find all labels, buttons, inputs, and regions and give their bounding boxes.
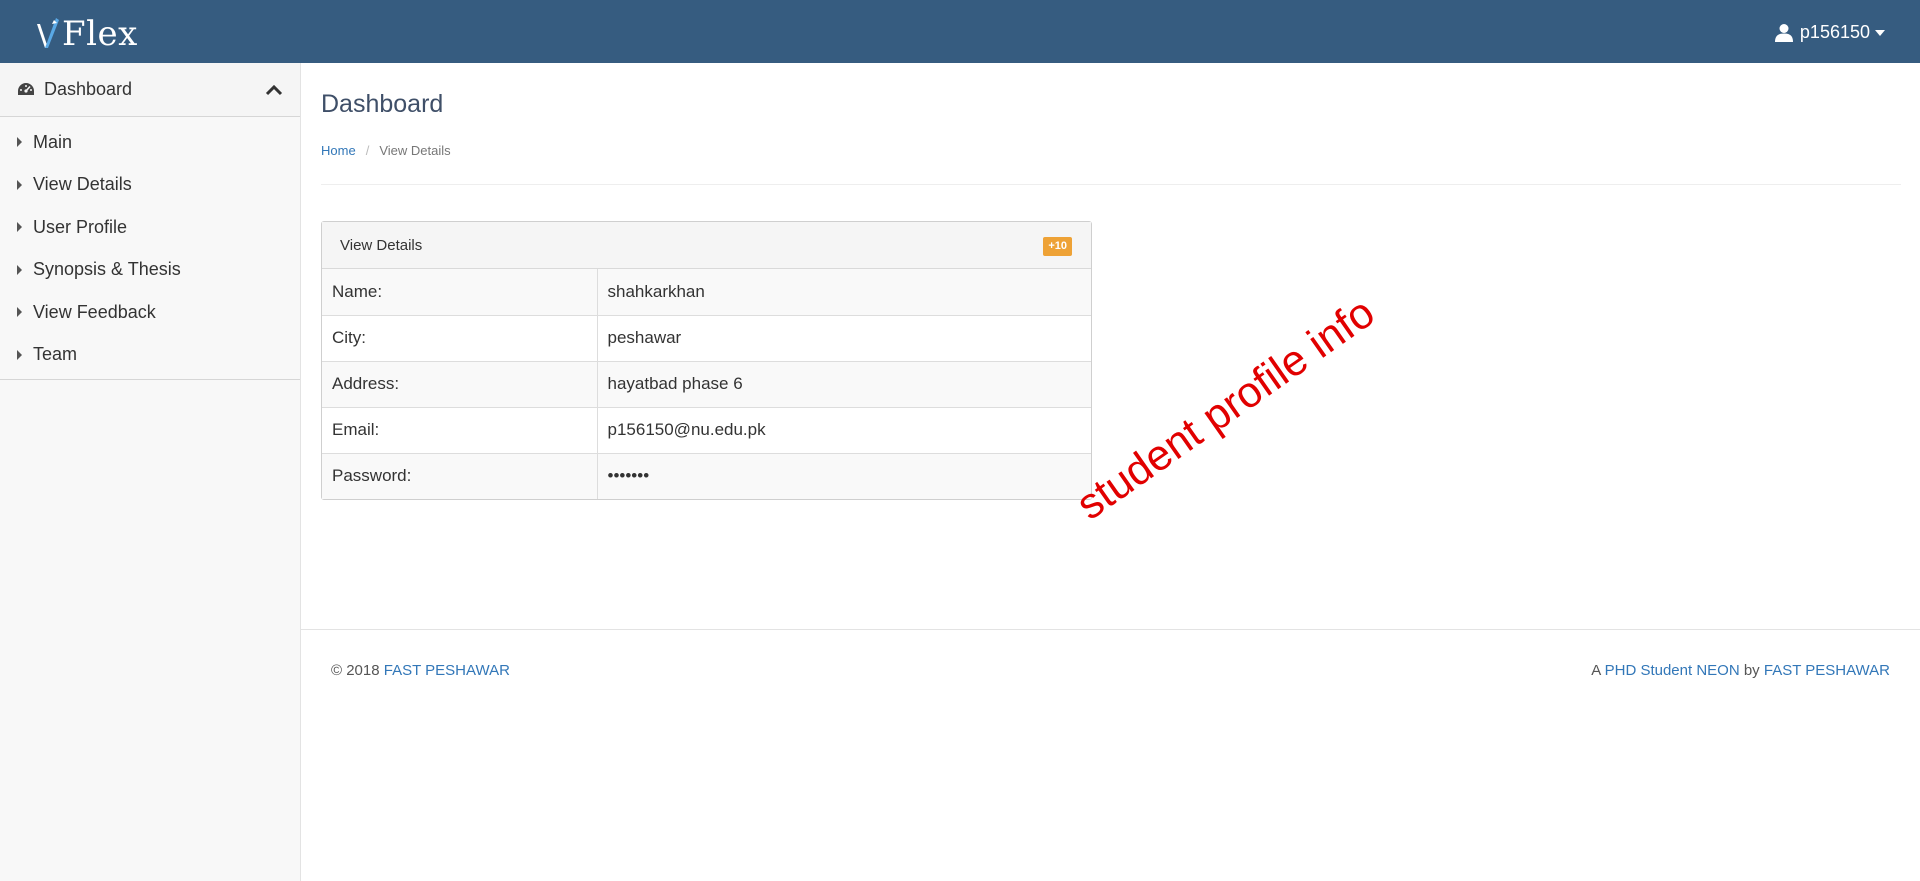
breadcrumb: Home / View Details — [321, 142, 1901, 158]
footer-project-link[interactable]: PHD Student NEON — [1605, 662, 1740, 679]
caret-down-icon — [1875, 30, 1885, 36]
table-row: City: peshawar — [322, 314, 1091, 361]
field-label: Name: — [322, 269, 598, 315]
divider — [321, 184, 1901, 185]
caret-right-icon — [17, 179, 22, 190]
sidebar-item-user-profile[interactable]: User Profile — [0, 206, 300, 249]
caret-right-icon — [17, 222, 22, 233]
field-value: ••••••• — [597, 452, 1091, 499]
details-table: Name: shahkarkhan City: peshawar Address… — [322, 269, 1091, 499]
sidebar-menu: Main View Details User Profile Synopsis … — [0, 117, 300, 380]
count-badge: +10 — [1043, 237, 1072, 256]
field-value: shahkarkhan — [597, 269, 1091, 315]
sidebar: Dashboard Main View Details User Profile… — [0, 63, 301, 881]
user-menu-dropdown[interactable]: p156150 — [1774, 18, 1885, 46]
view-details-panel: View Details +10 Name: shahkarkhan City:… — [321, 221, 1092, 500]
sidebar-dashboard-toggle[interactable]: Dashboard — [0, 63, 300, 117]
user-icon — [1774, 23, 1793, 42]
annotation-text: student profile info — [1068, 288, 1384, 530]
sidebar-item-label: Synopsis & Thesis — [33, 259, 181, 280]
sidebar-item-team[interactable]: Team — [0, 334, 300, 377]
caret-right-icon — [17, 137, 22, 148]
dashboard-gauge-icon — [18, 82, 34, 95]
table-row: Name: shahkarkhan — [322, 269, 1091, 315]
footer-author-link[interactable]: FAST PESHAWAR — [1764, 662, 1890, 679]
sidebar-item-view-feedback[interactable]: View Feedback — [0, 291, 300, 334]
brand-logo[interactable]: Flex — [34, 14, 138, 54]
sidebar-item-label: Main — [33, 131, 73, 152]
footer-org-link[interactable]: FAST PESHAWAR — [384, 662, 510, 679]
top-navbar: Flex p156150 — [0, 0, 1920, 63]
credits-by: by — [1743, 662, 1760, 679]
field-value: p156150@nu.edu.pk — [597, 406, 1091, 453]
table-row: Address: hayatbad phase 6 — [322, 360, 1091, 407]
footer-credits: A PHD Student NEON by FAST PESHAWAR — [1591, 662, 1890, 679]
breadcrumb-current: View Details — [379, 142, 451, 158]
table-row: Password: ••••••• — [322, 452, 1091, 499]
field-label: Address: — [322, 360, 598, 407]
main-content: Dashboard Home / View Details View Detai… — [321, 63, 1901, 500]
sidebar-item-label: View Feedback — [33, 301, 156, 322]
sidebar-item-label: View Details — [33, 174, 132, 195]
footer: © 2018 FAST PESHAWAR A PHD Student NEON … — [301, 629, 1920, 881]
caret-right-icon — [17, 264, 22, 275]
panel-title: View Details — [340, 236, 423, 254]
chevron-up-icon[interactable] — [265, 81, 283, 99]
sidebar-item-synopsis-thesis[interactable]: Synopsis & Thesis — [0, 249, 300, 292]
table-row: Email: p156150@nu.edu.pk — [322, 406, 1091, 453]
brand-name: Flex — [62, 14, 138, 54]
breadcrumb-home-link[interactable]: Home — [321, 143, 356, 158]
field-label: Password: — [322, 452, 598, 499]
panel-heading: View Details +10 — [322, 222, 1091, 269]
sidebar-item-label: User Profile — [33, 216, 128, 237]
page-title: Dashboard — [321, 90, 444, 118]
sidebar-item-main[interactable]: Main — [0, 121, 300, 164]
field-label: Email: — [322, 406, 598, 453]
field-value: peshawar — [597, 314, 1091, 361]
flex-logo-icon — [37, 18, 59, 48]
credits-prefix: A — [1591, 662, 1601, 679]
footer-copyright: © 2018 FAST PESHAWAR — [331, 662, 510, 679]
sidebar-item-label: Team — [33, 344, 78, 365]
sidebar-header-label: Dashboard — [44, 79, 133, 99]
field-label: City: — [322, 314, 598, 361]
caret-right-icon — [17, 307, 22, 318]
sidebar-item-view-details[interactable]: View Details — [0, 164, 300, 207]
caret-right-icon — [17, 349, 22, 360]
field-value: hayatbad phase 6 — [597, 360, 1091, 407]
copyright-text: © 2018 — [331, 662, 380, 679]
username-label: p156150 — [1799, 21, 1870, 42]
breadcrumb-separator: / — [365, 142, 370, 158]
